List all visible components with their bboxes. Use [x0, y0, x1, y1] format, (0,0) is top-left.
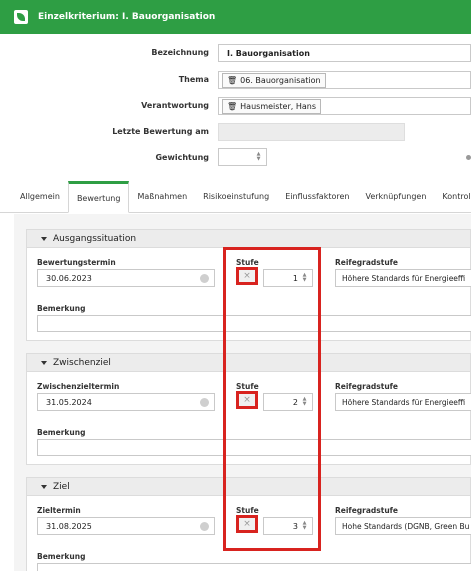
date-value: 31.08.2025	[46, 521, 92, 531]
stufe-clear-icon[interactable]: ×	[236, 391, 258, 409]
bemerkung-input[interactable]	[37, 315, 471, 332]
thema-field[interactable]: 🗑 06. Bauorganisation	[218, 71, 471, 89]
stepper-arrows-icon[interactable]: ▲ ▼	[301, 273, 308, 283]
trash-icon[interactable]: 🗑	[227, 102, 237, 111]
bezeichnung-input[interactable]: I. Bauorganisation	[218, 44, 471, 62]
section-header[interactable]: Ausgangssituation	[27, 230, 470, 248]
tab-risikoeinstufung[interactable]: Risikoeinstufung	[195, 181, 277, 213]
gewichtung-label: Gewichtung	[155, 153, 209, 162]
gewichtung-stepper[interactable]: ▲ ▼	[218, 148, 267, 166]
stufe-clear-icon[interactable]: ×	[236, 267, 258, 285]
app-logo-icon	[14, 10, 28, 24]
tab-bewertung[interactable]: Bewertung	[67, 181, 130, 213]
zwischenzieltermin-label: Zwischenzieltermin	[37, 382, 120, 391]
section-header[interactable]: Ziel	[27, 478, 470, 496]
zieltermin-input[interactable]: 31.08.2025	[37, 517, 215, 535]
clear-icon[interactable]	[200, 522, 209, 531]
tab-massnahmen[interactable]: Maßnahmen	[129, 181, 195, 213]
stufe-label: Stufe	[236, 258, 259, 267]
date-value: 31.05.2024	[46, 397, 92, 407]
section-title: Ziel	[53, 481, 70, 492]
stufe-value: 2	[292, 398, 298, 407]
verantwortung-field[interactable]: 🗑 Hausmeister, Hans	[218, 97, 471, 115]
tab-verknuepfungen[interactable]: Verknüpfungen	[357, 181, 434, 213]
stufe-label: Stufe	[236, 382, 259, 391]
verantwortung-chip[interactable]: 🗑 Hausmeister, Hans	[222, 98, 322, 114]
section-title: Ausgangssituation	[53, 233, 137, 244]
reifegradstufe-label: Reifegradstufe	[335, 258, 399, 267]
thema-chip[interactable]: 🗑 06. Bauorganisation	[222, 72, 326, 88]
tab-kontrolle[interactable]: Kontrolle	[434, 181, 471, 213]
letzte-bewertung-label: Letzte Bewertung am	[112, 127, 209, 136]
reifegradstufe-select[interactable]: Hohe Standards (DGNB, Green Bu	[335, 517, 471, 535]
tab-allgemein[interactable]: Allgemein	[0, 181, 68, 213]
section-zwischenziel: Zwischenziel Zwischenzieltermin 31.05.20…	[26, 353, 471, 465]
trash-icon[interactable]: 🗑	[227, 76, 237, 85]
window-title: Einzelkriterium: I. Bauorganisation	[38, 12, 216, 22]
clear-icon[interactable]	[200, 274, 209, 283]
bewertungstermin-label: Bewertungstermin	[37, 258, 116, 267]
stufe-stepper[interactable]: 3 ▲ ▼	[263, 517, 313, 535]
stufe-stepper[interactable]: 1 ▲ ▼	[263, 269, 313, 287]
stufe-stepper[interactable]: 2 ▲ ▼	[263, 393, 313, 411]
stufe-value: 1	[292, 274, 298, 283]
letzte-bewertung-field	[218, 123, 405, 141]
tab-einflussfaktoren[interactable]: Einflussfaktoren	[277, 181, 357, 213]
clear-icon[interactable]	[200, 398, 209, 407]
thema-value: 06. Bauorganisation	[240, 75, 321, 85]
thema-label: Thema	[178, 75, 209, 84]
stufe-clear-icon[interactable]: ×	[236, 515, 258, 533]
bemerkung-input[interactable]	[37, 439, 471, 456]
stepper-arrows-icon[interactable]: ▲ ▼	[255, 152, 262, 162]
section-header[interactable]: Zwischenziel	[27, 354, 470, 372]
reifegradstufe-select[interactable]: Höhere Standards für Energieeffi	[335, 393, 471, 411]
stufe-label: Stufe	[236, 506, 259, 515]
reifegradstufe-label: Reifegradstufe	[335, 382, 399, 391]
collapse-arrow-icon[interactable]	[41, 236, 47, 241]
stepper-arrows-icon[interactable]: ▲ ▼	[301, 397, 308, 407]
window-titlebar: Einzelkriterium: I. Bauorganisation	[0, 0, 471, 34]
section-ziel: Ziel Zieltermin 31.08.2025 Stufe × 3 ▲ ▼ …	[26, 477, 471, 571]
tab-bar: Allgemein Bewertung Maßnahmen Risikoeins…	[0, 181, 471, 213]
stepper-arrows-icon[interactable]: ▲ ▼	[301, 521, 308, 531]
bemerkung-label: Bemerkung	[37, 552, 86, 561]
zieltermin-label: Zieltermin	[37, 506, 81, 515]
reifegradstufe-label: Reifegradstufe	[335, 506, 399, 515]
collapse-arrow-icon[interactable]	[41, 360, 47, 365]
bemerkung-label: Bemerkung	[37, 304, 86, 313]
collapse-arrow-icon[interactable]	[41, 484, 47, 489]
bezeichnung-label: Bezeichnung	[151, 48, 209, 57]
bemerkung-label: Bemerkung	[37, 428, 86, 437]
stufe-value: 3	[292, 522, 298, 531]
bewertungstermin-input[interactable]: 30.06.2023	[37, 269, 215, 287]
section-ausgangssituation: Ausgangssituation Bewertungstermin 30.06…	[26, 229, 471, 341]
bemerkung-input[interactable]	[37, 563, 471, 571]
section-title: Zwischenziel	[53, 357, 111, 368]
verantwortung-label: Verantwortung	[141, 101, 209, 110]
date-value: 30.06.2023	[46, 273, 92, 283]
side-indicator-icon	[466, 155, 471, 160]
reifegradstufe-select[interactable]: Höhere Standards für Energieeffi	[335, 269, 471, 287]
verantwortung-value: Hausmeister, Hans	[240, 101, 317, 111]
zwischenzieltermin-input[interactable]: 31.05.2024	[37, 393, 215, 411]
bezeichnung-value: I. Bauorganisation	[227, 48, 310, 58]
